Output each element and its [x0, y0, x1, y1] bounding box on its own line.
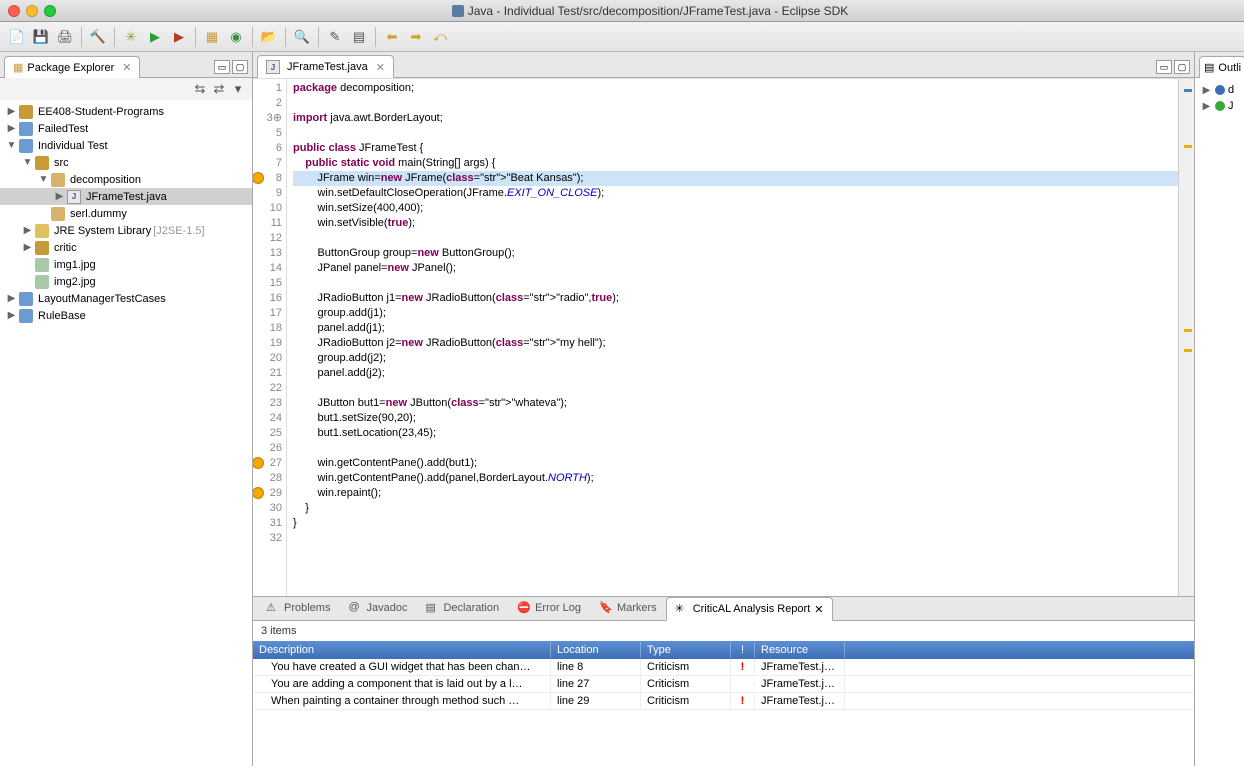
bottom-tab-javadoc[interactable]: @Javadoc: [339, 596, 416, 620]
code-editor[interactable]: package decomposition;import java.awt.Bo…: [287, 79, 1178, 596]
image-icon: [35, 275, 49, 289]
link-editor-button[interactable]: ⇄: [211, 81, 227, 97]
column-header[interactable]: Description: [253, 642, 551, 658]
new-button[interactable]: 📄: [6, 26, 28, 48]
close-icon[interactable]: ✕: [814, 603, 823, 616]
maximize-view-button[interactable]: ▢: [1174, 60, 1190, 74]
project-icon: [19, 309, 33, 323]
tab-icon: ✳: [675, 602, 689, 616]
open-type-button[interactable]: 📂: [258, 26, 280, 48]
tab-icon: ⚠: [266, 601, 280, 615]
image-icon: [35, 258, 49, 272]
window-title: Java - Individual Test/src/decomposition…: [468, 4, 849, 18]
java-file-icon: [452, 5, 464, 17]
bottom-tabs: ⚠Problems@Javadoc▤Declaration⛔Error Log🔖…: [253, 597, 1194, 621]
minimize-view-button[interactable]: ▭: [214, 60, 230, 74]
bottom-tab-declaration[interactable]: ▤Declaration: [416, 596, 508, 620]
package-decl-icon: [1215, 85, 1225, 95]
maximize-view-button[interactable]: ▢: [232, 60, 248, 74]
column-header[interactable]: !: [731, 642, 755, 658]
bottom-tab-markers[interactable]: 🔖Markers: [590, 596, 666, 620]
project-tree[interactable]: ▶EE408-Student-Programs ▶FailedTest ▼Ind…: [0, 100, 252, 766]
minimize-view-button[interactable]: ▭: [1156, 60, 1172, 74]
view-menu-button[interactable]: ▾: [230, 81, 246, 97]
tree-file-selected[interactable]: ▶JJFrameTest.java: [0, 188, 252, 205]
src-folder-icon: [35, 156, 49, 170]
package-icon: [51, 207, 65, 221]
close-icon[interactable]: ✕: [376, 61, 385, 74]
line-number-gutter[interactable]: 123⊕567891011121314151617181920212223242…: [253, 79, 287, 596]
bottom-tab-critical-analysis-report[interactable]: ✳CriticAL Analysis Report ✕: [666, 597, 833, 621]
package-explorer-view: ▦ Package Explorer ✕ ▭ ▢ ⇆ ⇄ ▾ ▶EE408-St…: [0, 52, 253, 766]
outline-item[interactable]: ▶d: [1197, 82, 1242, 98]
close-icon[interactable]: ✕: [122, 61, 131, 74]
overview-ruler[interactable]: [1178, 79, 1194, 596]
editor-tab[interactable]: J JFrameTest.java ✕: [257, 55, 394, 78]
package-explorer-tab[interactable]: ▦ Package Explorer ✕: [4, 56, 140, 78]
window-minimize-button[interactable]: [26, 5, 38, 17]
tab-icon: ⛔: [517, 601, 531, 615]
new-class-button[interactable]: ◉: [225, 26, 247, 48]
analysis-table[interactable]: DescriptionLocationType!Resource You hav…: [253, 641, 1194, 766]
new-package-button[interactable]: ▦: [201, 26, 223, 48]
save-button[interactable]: 💾: [30, 26, 52, 48]
outline-tab[interactable]: ▤ Outli: [1199, 56, 1244, 78]
package-icon: [51, 173, 65, 187]
window-zoom-button[interactable]: [44, 5, 56, 17]
table-row[interactable]: You have created a GUI widget that has b…: [253, 659, 1194, 676]
item-count-label: 3 items: [253, 621, 1194, 641]
bottom-tab-error-log[interactable]: ⛔Error Log: [508, 596, 590, 620]
tab-icon: @: [348, 601, 362, 615]
outline-icon: ▤: [1204, 61, 1214, 74]
package-icon: ▦: [13, 61, 23, 74]
build-button[interactable]: 🔨: [87, 26, 109, 48]
table-row[interactable]: You are adding a component that is laid …: [253, 676, 1194, 693]
window-close-button[interactable]: [8, 5, 20, 17]
editor-area: J JFrameTest.java ✕ ▭ ▢ 123⊕567891011121…: [253, 52, 1194, 596]
project-icon: [19, 292, 33, 306]
nav-back-button[interactable]: ⬅: [381, 26, 403, 48]
column-header[interactable]: Resource: [755, 642, 845, 658]
outline-item[interactable]: ▶J: [1197, 98, 1242, 114]
project-icon: [19, 122, 33, 136]
main-toolbar: 📄 💾 🖨 🔨 ✳ ▶ ▶ ▦ ◉ 📂 🔍 ✎ ▤ ⬅ ➡ ⤺: [0, 22, 1244, 52]
nav-forward-button[interactable]: ➡: [405, 26, 427, 48]
project-icon: [19, 105, 33, 119]
external-tools-button[interactable]: ▶: [168, 26, 190, 48]
table-row[interactable]: When painting a container through method…: [253, 693, 1194, 710]
tab-icon: 🔖: [599, 601, 613, 615]
library-icon: [35, 224, 49, 238]
search-button[interactable]: 🔍: [291, 26, 313, 48]
toggle-mark-button[interactable]: ✎: [324, 26, 346, 48]
collapse-all-button[interactable]: ⇆: [192, 81, 208, 97]
outline-view: ▤ Outli ▶d ▶J: [1194, 52, 1244, 766]
column-header[interactable]: Type: [641, 642, 731, 658]
java-file-icon: J: [67, 190, 81, 204]
bottom-panel: ⚠Problems@Javadoc▤Declaration⛔Error Log🔖…: [253, 596, 1194, 766]
column-header[interactable]: Location: [551, 642, 641, 658]
print-button[interactable]: 🖨: [54, 26, 76, 48]
project-icon: [19, 139, 33, 153]
run-button[interactable]: ▶: [144, 26, 166, 48]
annotation-button[interactable]: ▤: [348, 26, 370, 48]
bottom-tab-problems[interactable]: ⚠Problems: [257, 596, 339, 620]
class-icon: [1215, 101, 1225, 111]
debug-bug-icon[interactable]: ✳: [120, 26, 142, 48]
java-file-icon: J: [266, 60, 280, 74]
last-edit-button[interactable]: ⤺: [429, 26, 451, 48]
window-titlebar: Java - Individual Test/src/decomposition…: [0, 0, 1244, 22]
tab-icon: ▤: [425, 601, 439, 615]
folder-icon: [35, 241, 49, 255]
